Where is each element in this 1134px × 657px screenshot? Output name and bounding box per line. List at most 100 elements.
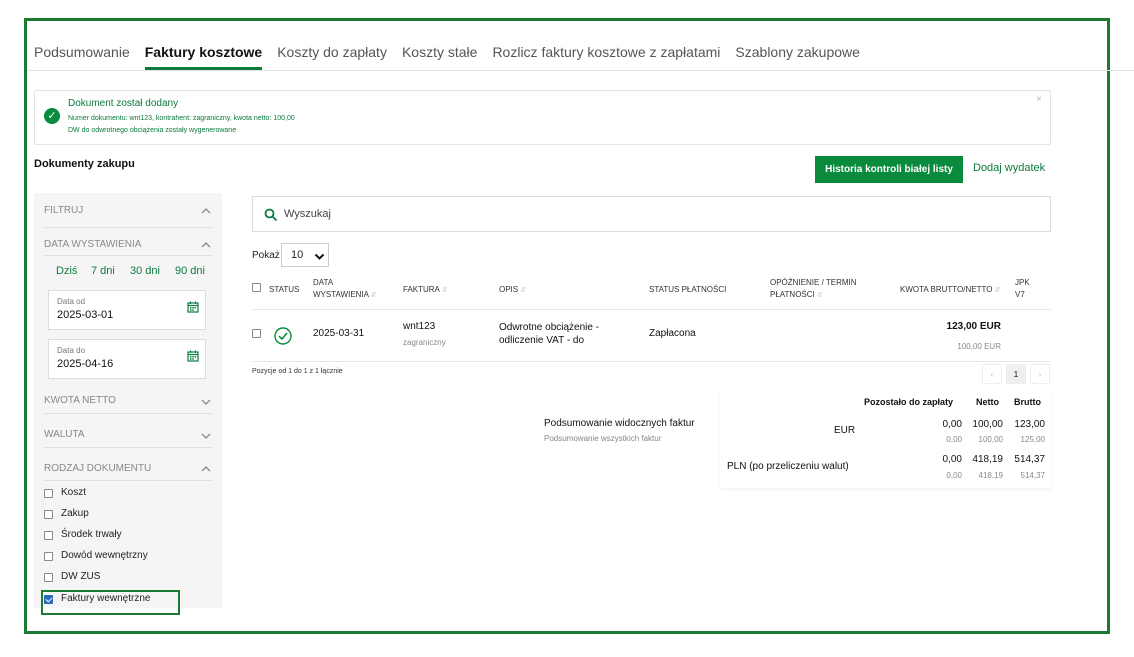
row-date: 2025-03-31 [313, 328, 365, 339]
chevron-up-icon[interactable] [200, 463, 212, 475]
row-checkbox[interactable] [252, 329, 261, 338]
filter-sidebar: FILTRUJ DATA WYSTAWIENIA Dziś 7 dni 30 d… [34, 193, 222, 608]
header-payment-status: STATUS PŁATNOŚCI [649, 285, 727, 294]
checkbox-koszt[interactable] [44, 489, 53, 498]
summary-remaining-all: 0,00 [946, 435, 962, 444]
search-placeholder: Wyszukaj [284, 208, 331, 220]
header-description[interactable]: OPIS ⇵ [499, 284, 526, 297]
row-divider [252, 361, 1051, 362]
sort-icon: ⇵ [520, 287, 527, 294]
tab-bar: Podsumowanie Faktury kosztowe Koszty do … [34, 44, 875, 70]
header-delay-line2: PŁATNOŚCI [770, 290, 815, 299]
checkbox-srodek-trwaly[interactable] [44, 531, 53, 540]
quick-today[interactable]: Dziś [56, 265, 77, 277]
tab-rozlicz-faktury[interactable]: Rozlicz faktury kosztowe z zapłatami [492, 44, 720, 70]
history-whitelist-button[interactable]: Historia kontroli białej listy [815, 156, 963, 183]
row-net-amount: 100,00 EUR [957, 342, 1001, 351]
quick-90-days[interactable]: 90 dni [175, 265, 205, 277]
checkbox-label: Zakup [61, 508, 89, 519]
date-from-label: Data od [57, 297, 86, 306]
summary-row-label: EUR [834, 425, 856, 436]
summary-net: 418,19 [972, 454, 1003, 465]
header-invoice[interactable]: FAKTURA ⇵ [403, 284, 448, 297]
chevron-up-icon[interactable] [200, 239, 212, 251]
checkbox-dowod-wewnetrzny[interactable] [44, 552, 53, 561]
tab-podsumowanie[interactable]: Podsumowanie [34, 44, 130, 70]
row-contractor: zagraniczny [403, 338, 446, 347]
date-from-value: 2025-03-01 [57, 309, 114, 321]
summary-remaining: 0,00 [942, 419, 962, 430]
summary-net-all: 100,00 [978, 435, 1003, 444]
divider [44, 227, 212, 228]
header-delay[interactable]: OPÓŹNIENIE / TERMIN PŁATNOŚCI ⇵ [770, 277, 857, 302]
date-from-field[interactable]: Data od 2025-03-01 [48, 290, 206, 330]
alert-line-2: DW do odwrotnego obciążenia zostały wyge… [68, 127, 237, 134]
checkbox-label: DW ZUS [61, 571, 101, 582]
divider [44, 447, 212, 448]
check-circle-icon: ✓ [44, 108, 60, 124]
chevron-down-icon[interactable] [200, 396, 212, 408]
row-description-line1: Odwrotne obciążenie - [499, 322, 600, 333]
row-gross-amount: 123,00 EUR [946, 321, 1001, 332]
select-all-checkbox[interactable] [252, 283, 261, 292]
tab-koszty-stale[interactable]: Koszty stałe [402, 44, 477, 70]
calendar-icon[interactable] [187, 301, 199, 313]
pager-prev-button[interactable]: ‹ [982, 364, 1002, 384]
page-size-select[interactable]: 10 [281, 243, 329, 267]
quick-7-days[interactable]: 7 dni [91, 265, 115, 277]
pager-next-button[interactable]: › [1030, 364, 1050, 384]
summary-head-remaining: Pozostało do zapłaty [864, 397, 954, 407]
net-amount-filter-heading[interactable]: KWOTA NETTO [44, 395, 116, 406]
quick-30-days[interactable]: 30 dni [130, 265, 160, 277]
tab-faktury-kosztowe[interactable]: Faktury kosztowe [144, 44, 263, 70]
header-date-line2: WYSTAWIENIA [313, 290, 369, 299]
table-header-divider [252, 309, 1051, 310]
summary-net: 100,00 [972, 419, 1003, 430]
header-delay-line1: OPÓŹNIENIE / TERMIN [770, 278, 857, 287]
tab-koszty-do-zaplaty[interactable]: Koszty do zapłaty [277, 44, 387, 70]
summary-row-label: PLN (po przeliczeniu walut) [727, 461, 849, 472]
highlight-box [41, 590, 180, 615]
close-icon[interactable]: × [1036, 94, 1042, 105]
check-circle-icon [274, 327, 292, 345]
summary-head-net: Netto [976, 397, 999, 407]
alert-title: Dokument został dodany [68, 98, 179, 109]
summary-net-all: 418,19 [978, 471, 1003, 480]
doctype-filter-heading[interactable]: RODZAJ DOKUMENTU [44, 463, 151, 474]
summary-gross-all: 514,37 [1020, 471, 1045, 480]
checkbox-label: Dowód wewnętrzny [61, 550, 148, 561]
currency-filter-heading[interactable]: WALUTA [44, 429, 85, 440]
chevron-up-icon[interactable] [200, 205, 212, 217]
row-description-line2: odliczenie VAT - do [499, 335, 585, 346]
date-to-value: 2025-04-16 [57, 358, 114, 370]
header-date[interactable]: DATA WYSTAWIENIA ⇵ [313, 277, 377, 302]
date-to-field[interactable]: Data do 2025-04-16 [48, 339, 206, 379]
row-invoice-number[interactable]: wnt123 [403, 321, 435, 332]
tab-szablony-zakupowe[interactable]: Szablony zakupowe [735, 44, 860, 70]
checkbox-zakup[interactable] [44, 510, 53, 519]
checkbox-label: Środek trwały [61, 529, 122, 540]
pagination-info: Pozycje od 1 do 1 z 1 łącznie [252, 368, 343, 375]
tab-divider [27, 70, 1134, 71]
header-jpk: JPK V7 [1015, 277, 1030, 301]
chevron-down-icon[interactable] [200, 430, 212, 442]
summary-remaining: 0,00 [942, 454, 962, 465]
checkbox-dw-zus[interactable] [44, 573, 53, 582]
divider [44, 480, 212, 481]
pager-page-1[interactable]: 1 [1006, 364, 1026, 384]
success-alert: ✓ Dokument został dodany Numer dokumentu… [34, 90, 1051, 145]
header-jpk-line2: V7 [1015, 290, 1025, 299]
sort-icon: ⇵ [441, 287, 448, 294]
header-amount[interactable]: KWOTA BRUTTO/NETTO ⇵ [900, 284, 1001, 297]
page-title: Dokumenty zakupu [34, 158, 135, 170]
date-filter-heading: DATA WYSTAWIENIA [44, 239, 142, 250]
summary-remaining-all: 0,00 [946, 471, 962, 480]
summary-gross: 514,37 [1014, 454, 1045, 465]
add-expense-link[interactable]: Dodaj wydatek [973, 162, 1045, 174]
summary-gross-all: 125,00 [1020, 435, 1045, 444]
search-input[interactable]: Wyszukaj [252, 196, 1051, 232]
calendar-icon[interactable] [187, 350, 199, 362]
header-status: STATUS [269, 285, 300, 294]
checkbox-label: Koszt [61, 487, 87, 498]
filter-heading: FILTRUJ [44, 205, 84, 216]
